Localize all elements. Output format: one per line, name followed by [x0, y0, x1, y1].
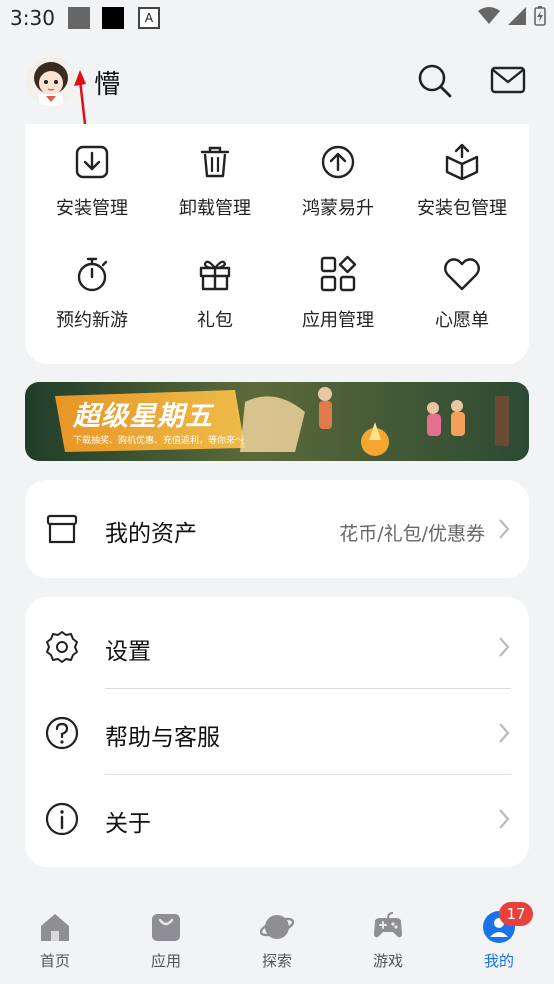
grid-item-label: 卸载管理 — [179, 198, 251, 219]
system-indicators — [478, 6, 546, 26]
bag-icon — [152, 914, 180, 941]
row-label: 我的资产 — [105, 521, 197, 547]
grid-item-install-manager[interactable]: 安装管理 — [29, 142, 155, 220]
row-label: 设置 — [105, 639, 151, 665]
grid-item-wishlist[interactable]: 心愿单 — [399, 254, 525, 332]
nav-label: 我的 — [483, 952, 514, 970]
download-box-icon — [75, 145, 109, 179]
divider — [105, 688, 511, 689]
row-label: 关于 — [105, 811, 151, 837]
help-row[interactable]: 帮助与客服 — [25, 690, 529, 776]
status-time: 3:30 — [10, 6, 55, 30]
grid-item-app-manager[interactable]: 应用管理 — [275, 254, 401, 332]
avatar[interactable] — [26, 56, 76, 106]
notification-badge: 17 — [499, 902, 533, 926]
grid-item-pre-register[interactable]: 预约新游 — [29, 254, 155, 332]
planet-icon — [260, 915, 294, 939]
grid-item-label: 预约新游 — [56, 310, 128, 331]
about-row[interactable]: 关于 — [25, 776, 529, 862]
my-assets-row[interactable]: 我的资产 花币/礼包/优惠券 — [25, 486, 529, 572]
nav-games[interactable]: 游戏 — [333, 910, 443, 971]
notification-icon — [68, 7, 90, 29]
package-icon — [445, 143, 479, 181]
wallet-box-icon — [46, 514, 78, 544]
settings-card: 设置 帮助与客服 关于 — [25, 597, 529, 867]
gamepad-icon — [374, 912, 402, 938]
info-icon — [45, 802, 79, 836]
profile-header: 懵 — [0, 52, 554, 169]
home-icon — [41, 914, 69, 941]
nav-label: 首页 — [39, 952, 70, 970]
grid-item-label: 应用管理 — [302, 310, 374, 331]
grid-item-package-manager[interactable]: 安装包管理 — [399, 142, 525, 220]
chevron-right-icon — [499, 723, 510, 743]
signal-icon — [508, 7, 526, 25]
grid-item-uninstall-manager[interactable]: 卸载管理 — [152, 142, 278, 220]
notification-icon — [102, 7, 124, 29]
wifi-icon — [478, 7, 500, 24]
search-icon[interactable] — [414, 60, 454, 100]
avatar-image — [26, 56, 76, 106]
chevron-right-icon — [499, 809, 510, 829]
quick-actions-card: 安装管理 卸载管理 鸿蒙易升 安装包管理 预约新游 礼包 应用管理 心愿单 — [25, 124, 529, 364]
notification-icon: A — [138, 7, 160, 29]
message-icon[interactable] — [488, 60, 528, 100]
nav-label: 探索 — [261, 952, 292, 970]
nav-mine[interactable]: 我的 — [444, 910, 554, 971]
nav-home[interactable]: 首页 — [0, 910, 110, 971]
grid-item-label: 鸿蒙易升 — [302, 198, 374, 219]
trash-icon — [200, 146, 230, 178]
status-bar: 3:30 A — [0, 0, 554, 36]
grid-item-harmony-upgrade[interactable]: 鸿蒙易升 — [275, 142, 401, 220]
settings-row[interactable]: 设置 — [25, 604, 529, 690]
banner-subtitle: 下载抽奖、购机优惠、充值返利，等你来～ — [73, 436, 245, 446]
assets-card[interactable]: 我的资产 花币/礼包/优惠券 — [25, 480, 529, 578]
row-subtitle: 花币/礼包/优惠券 — [339, 523, 485, 545]
help-icon — [45, 716, 79, 750]
nav-label: 游戏 — [372, 952, 403, 970]
heart-icon — [444, 258, 480, 291]
grid-item-label: 安装管理 — [56, 198, 128, 219]
row-label: 帮助与客服 — [105, 725, 220, 751]
chevron-right-icon — [499, 637, 510, 657]
promo-banner[interactable]: 超级星期五 下载抽奖、购机优惠、充值返利，等你来～ — [25, 382, 529, 461]
divider — [105, 774, 511, 775]
apps-grid-icon — [320, 255, 357, 292]
grid-item-label: 心愿单 — [435, 310, 489, 331]
gift-icon — [199, 260, 231, 291]
gear-icon — [46, 631, 78, 663]
bottom-navigation: 首页 应用 探索 游戏 我的 — [0, 900, 554, 984]
nav-explore[interactable]: 探索 — [222, 910, 332, 971]
chevron-right-icon — [499, 519, 510, 539]
nav-apps[interactable]: 应用 — [111, 910, 221, 971]
grid-item-label: 礼包 — [197, 310, 233, 331]
grid-item-label: 安装包管理 — [417, 198, 507, 219]
username[interactable]: 懵 — [94, 64, 120, 101]
grid-item-gift-pack[interactable]: 礼包 — [152, 254, 278, 332]
nav-label: 应用 — [150, 952, 181, 970]
banner-title: 超级星期五 — [73, 401, 213, 432]
battery-icon — [534, 6, 546, 26]
stopwatch-icon — [77, 257, 108, 292]
upgrade-arrow-icon — [321, 145, 355, 179]
